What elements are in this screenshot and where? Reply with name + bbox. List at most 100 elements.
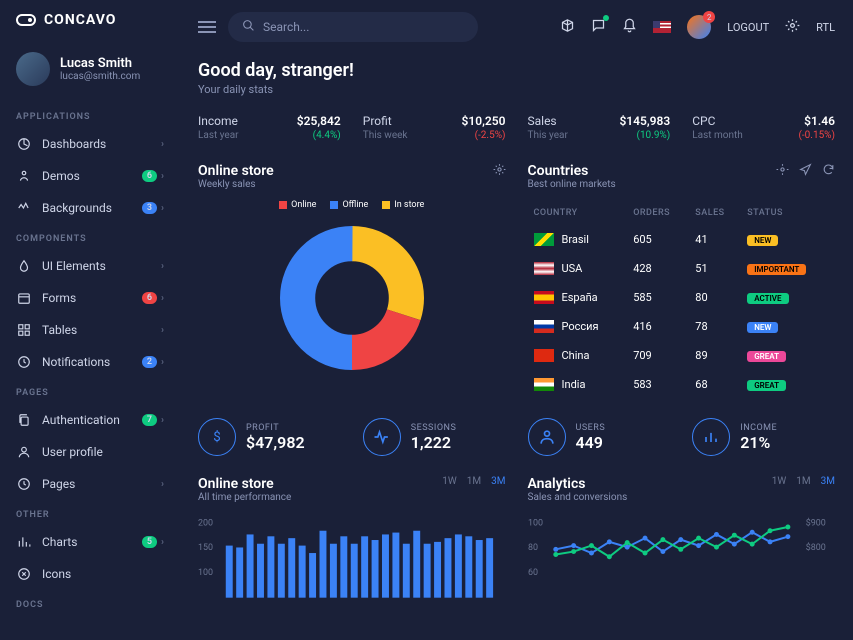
table-row[interactable]: USA42851IMPORTANT bbox=[530, 255, 834, 282]
nav-tables[interactable]: Tables› bbox=[0, 314, 180, 346]
badge: 7 bbox=[142, 414, 157, 426]
calendar-icon bbox=[16, 290, 32, 306]
user-avatar[interactable] bbox=[687, 15, 711, 39]
user-icon bbox=[528, 418, 566, 456]
search-placeholder: Search... bbox=[263, 20, 309, 34]
svg-text:$: $ bbox=[213, 430, 221, 445]
tab-3m[interactable]: 3M bbox=[821, 476, 835, 487]
table-row[interactable]: India58368GREAT bbox=[530, 371, 834, 398]
table-row[interactable]: Россия41678NEW bbox=[530, 313, 834, 340]
chevron-right-icon: › bbox=[161, 293, 164, 304]
pulse-icon bbox=[363, 418, 401, 456]
sidebar: CONCAVO Lucas Smith lucas@smith.com APPL… bbox=[0, 0, 180, 640]
nav-userprofile[interactable]: User profile bbox=[0, 436, 180, 468]
gear-icon[interactable] bbox=[785, 18, 800, 36]
online-store-card: Online store Weekly sales Online Offline… bbox=[198, 163, 506, 400]
online-store-chart-card: Online store All time performance 1W 1M … bbox=[198, 476, 506, 606]
gear-icon[interactable] bbox=[493, 163, 506, 179]
metric-item: $PROFIT$47,982 bbox=[198, 418, 341, 456]
send-icon[interactable] bbox=[799, 163, 812, 179]
demos-icon bbox=[16, 168, 32, 184]
line-chart: 100 80 60 $900 $800 bbox=[528, 513, 836, 603]
copy-icon bbox=[16, 412, 32, 428]
section-other: OTHER bbox=[0, 500, 180, 526]
badge: 3 bbox=[142, 202, 157, 214]
flag-icon[interactable] bbox=[653, 21, 671, 33]
logout-button[interactable]: LOGOUT bbox=[727, 21, 769, 34]
tab-1w[interactable]: 1W bbox=[772, 476, 787, 487]
table-row[interactable]: Brasil60541NEW bbox=[530, 226, 834, 253]
metric-item: USERS449 bbox=[528, 418, 671, 456]
section-pages: PAGES bbox=[0, 378, 180, 404]
badge: 5 bbox=[142, 536, 157, 548]
backgrounds-icon bbox=[16, 200, 32, 216]
svg-text:150: 150 bbox=[198, 543, 213, 553]
stat-item: Income$25,842Last year(4.4%) bbox=[198, 114, 341, 141]
nav-charts[interactable]: Charts5› bbox=[0, 526, 180, 558]
avatar bbox=[16, 52, 50, 86]
card-title: Online store bbox=[198, 163, 274, 179]
gear-icon[interactable] bbox=[776, 163, 789, 179]
nav-pages[interactable]: Pages› bbox=[0, 468, 180, 500]
nav-notifications[interactable]: Notifications2› bbox=[0, 346, 180, 378]
chevron-right-icon: › bbox=[161, 415, 164, 426]
nav-authentication[interactable]: Authentication7› bbox=[0, 404, 180, 436]
nav-icons[interactable]: Icons bbox=[0, 558, 180, 590]
analytics-chart-card: Analytics Sales and conversions 1W 1M 3M… bbox=[528, 476, 836, 606]
search-icon bbox=[242, 19, 255, 35]
tab-1m[interactable]: 1M bbox=[467, 476, 481, 487]
search-input[interactable]: Search... bbox=[228, 12, 478, 42]
stat-item: Profit$10,250This week(-2.5%) bbox=[363, 114, 506, 141]
countries-card: Countries Best online markets COUNTRY O bbox=[528, 163, 836, 400]
topbar: Search... LOGOUT RTL bbox=[180, 0, 853, 54]
section-components: COMPONENTS bbox=[0, 224, 180, 250]
user-block[interactable]: Lucas Smith lucas@smith.com bbox=[0, 44, 180, 102]
chevron-right-icon: › bbox=[161, 139, 164, 150]
svg-text:80: 80 bbox=[528, 543, 538, 553]
rtl-button[interactable]: RTL bbox=[816, 21, 835, 34]
chevron-right-icon: › bbox=[161, 479, 164, 490]
time-tabs: 1W 1M 3M bbox=[442, 476, 505, 487]
compass-icon bbox=[16, 566, 32, 582]
svg-text:100: 100 bbox=[198, 568, 213, 578]
menu-toggle[interactable] bbox=[198, 21, 216, 33]
chart-legend: Online Offline In store bbox=[198, 200, 506, 210]
page-subtitle: Your daily stats bbox=[198, 83, 835, 96]
nav-uielements[interactable]: UI Elements› bbox=[0, 250, 180, 282]
tab-3m[interactable]: 3M bbox=[491, 476, 505, 487]
tab-1m[interactable]: 1M bbox=[796, 476, 810, 487]
svg-text:60: 60 bbox=[528, 568, 538, 578]
badge: 2 bbox=[142, 356, 157, 368]
countries-table: COUNTRY ORDERS SALES STATUS Brasil60541N… bbox=[528, 200, 836, 400]
svg-text:$800: $800 bbox=[805, 542, 825, 553]
section-docs: DOCS bbox=[0, 590, 180, 616]
svg-text:200: 200 bbox=[198, 518, 213, 528]
message-icon[interactable] bbox=[591, 18, 606, 36]
grid-icon bbox=[16, 322, 32, 338]
nav-backgrounds[interactable]: Backgrounds3› bbox=[0, 192, 180, 224]
clock-icon bbox=[16, 476, 32, 492]
user-email: lucas@smith.com bbox=[60, 71, 140, 82]
svg-text:$900: $900 bbox=[805, 517, 825, 528]
nav-forms[interactable]: Forms6› bbox=[0, 282, 180, 314]
brand-logo[interactable]: CONCAVO bbox=[0, 12, 180, 44]
clock-icon bbox=[16, 354, 32, 370]
nav-dashboards[interactable]: Dashboards› bbox=[0, 128, 180, 160]
dashboards-icon bbox=[16, 136, 32, 152]
bell-icon[interactable] bbox=[622, 18, 637, 36]
table-row[interactable]: España58580ACTIVE bbox=[530, 284, 834, 311]
metrics-row: $PROFIT$47,982 SESSIONS1,222 USERS449 INCOM… bbox=[198, 418, 835, 456]
box-icon[interactable] bbox=[560, 18, 575, 36]
refresh-icon[interactable] bbox=[822, 163, 835, 179]
card-subtitle: Best online markets bbox=[528, 179, 616, 190]
nav-demos[interactable]: Demos6› bbox=[0, 160, 180, 192]
stat-item: CPC$1.46Last month(-0.15%) bbox=[692, 114, 835, 141]
metric-item: INCOME21% bbox=[692, 418, 835, 456]
bars-icon bbox=[692, 418, 730, 456]
badge: 6 bbox=[142, 170, 157, 182]
user-name: Lucas Smith bbox=[60, 56, 140, 71]
chevron-right-icon: › bbox=[161, 171, 164, 182]
metric-item: SESSIONS1,222 bbox=[363, 418, 506, 456]
tab-1w[interactable]: 1W bbox=[442, 476, 457, 487]
table-row[interactable]: China70989GREAT bbox=[530, 342, 834, 369]
